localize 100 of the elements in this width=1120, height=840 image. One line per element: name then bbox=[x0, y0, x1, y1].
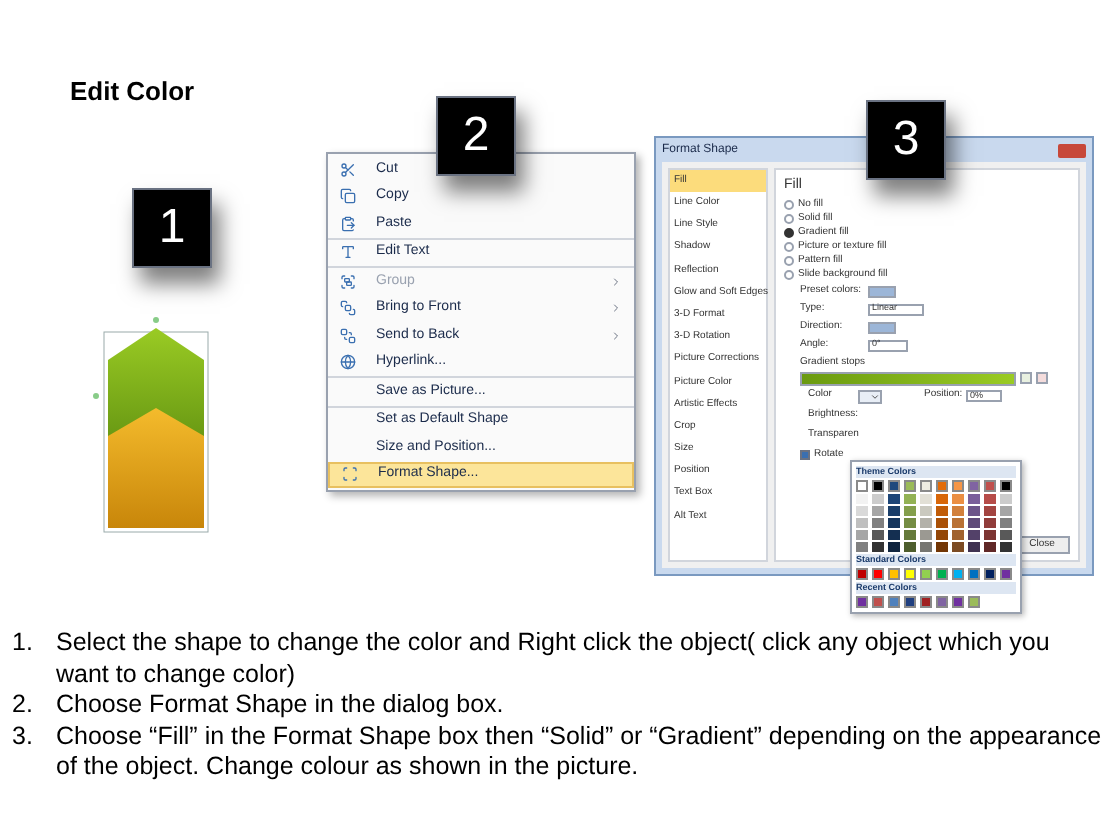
radio-button[interactable] bbox=[784, 200, 794, 210]
shade-swatch[interactable] bbox=[888, 542, 900, 552]
direction-dropdown[interactable] bbox=[868, 321, 896, 333]
shade-swatch[interactable] bbox=[968, 518, 980, 528]
color-swatch[interactable] bbox=[938, 570, 946, 578]
shade-swatch[interactable] bbox=[952, 530, 964, 540]
shade-swatch[interactable] bbox=[968, 506, 980, 516]
color-dropdown[interactable] bbox=[858, 389, 882, 403]
shade-swatch[interactable] bbox=[904, 506, 916, 516]
color-swatch[interactable] bbox=[986, 482, 994, 490]
color-swatch[interactable] bbox=[890, 598, 898, 606]
color-swatch[interactable] bbox=[906, 570, 914, 578]
shade-swatch[interactable] bbox=[872, 506, 884, 516]
preset-colors-dropdown[interactable] bbox=[868, 285, 896, 297]
shade-swatch[interactable] bbox=[856, 506, 868, 516]
shade-swatch[interactable] bbox=[904, 518, 916, 528]
copy-icon bbox=[340, 188, 356, 205]
shade-swatch[interactable] bbox=[968, 530, 980, 540]
color-swatch[interactable] bbox=[890, 482, 898, 490]
shade-swatch[interactable] bbox=[920, 506, 932, 516]
color-swatch[interactable] bbox=[954, 598, 962, 606]
shade-swatch[interactable] bbox=[888, 518, 900, 528]
shade-swatch[interactable] bbox=[1000, 518, 1012, 528]
color-swatch[interactable] bbox=[954, 482, 962, 490]
shade-swatch[interactable] bbox=[936, 530, 948, 540]
shade-swatch[interactable] bbox=[936, 518, 948, 528]
color-swatch[interactable] bbox=[858, 570, 866, 578]
color-swatch[interactable] bbox=[954, 570, 962, 578]
remove-stop-button[interactable] bbox=[1036, 372, 1048, 384]
instruction-text: Choose Format Shape in the dialog box. bbox=[56, 690, 504, 721]
shade-swatch[interactable] bbox=[984, 494, 996, 504]
shade-swatch[interactable] bbox=[856, 542, 868, 552]
color-swatch[interactable] bbox=[1002, 570, 1010, 578]
color-swatch[interactable] bbox=[874, 598, 882, 606]
color-swatch[interactable] bbox=[922, 482, 930, 490]
radio-button[interactable] bbox=[784, 228, 794, 238]
color-swatch[interactable] bbox=[970, 482, 978, 490]
radio-button[interactable] bbox=[784, 256, 794, 266]
globe-icon bbox=[340, 354, 356, 371]
shade-swatch[interactable] bbox=[872, 530, 884, 540]
add-stop-button[interactable] bbox=[1020, 372, 1032, 384]
shade-swatch[interactable] bbox=[920, 542, 932, 552]
shade-swatch[interactable] bbox=[936, 494, 948, 504]
color-swatch[interactable] bbox=[1002, 482, 1010, 490]
shade-swatch[interactable] bbox=[936, 506, 948, 516]
color-swatch[interactable] bbox=[858, 598, 866, 606]
radio-button[interactable] bbox=[784, 242, 794, 252]
shade-swatch[interactable] bbox=[952, 542, 964, 552]
radio-button[interactable] bbox=[784, 270, 794, 280]
shade-swatch[interactable] bbox=[1000, 494, 1012, 504]
shade-swatch[interactable] bbox=[984, 542, 996, 552]
shade-swatch[interactable] bbox=[952, 494, 964, 504]
shade-swatch[interactable] bbox=[888, 506, 900, 516]
shade-swatch[interactable] bbox=[904, 542, 916, 552]
shade-swatch[interactable] bbox=[936, 542, 948, 552]
gradient-bar[interactable] bbox=[800, 371, 1016, 385]
shade-swatch[interactable] bbox=[888, 530, 900, 540]
color-swatch[interactable] bbox=[906, 598, 914, 606]
color-swatch[interactable] bbox=[874, 570, 882, 578]
scissors-icon bbox=[340, 161, 356, 178]
shade-swatch[interactable] bbox=[872, 494, 884, 504]
instruction-text: Choose “Fill” in the Format Shape box then “Solid” or “Gradient” depending on the appearance of the object. Change colour as shown in the picture. bbox=[56, 721, 1104, 783]
shade-swatch[interactable] bbox=[904, 530, 916, 540]
color-swatch[interactable] bbox=[986, 570, 994, 578]
shade-swatch[interactable] bbox=[984, 518, 996, 528]
shade-swatch[interactable] bbox=[872, 518, 884, 528]
color-swatch[interactable] bbox=[938, 598, 946, 606]
bring-front-icon bbox=[340, 300, 356, 317]
shade-swatch[interactable] bbox=[856, 518, 868, 528]
shade-swatch[interactable] bbox=[952, 506, 964, 516]
send-back-icon bbox=[340, 327, 356, 344]
shade-swatch[interactable] bbox=[968, 494, 980, 504]
color-swatch[interactable] bbox=[970, 598, 978, 606]
shade-swatch[interactable] bbox=[984, 506, 996, 516]
shade-swatch[interactable] bbox=[920, 518, 932, 528]
color-swatch[interactable] bbox=[970, 570, 978, 578]
shade-swatch[interactable] bbox=[1000, 530, 1012, 540]
shade-swatch[interactable] bbox=[1000, 542, 1012, 552]
color-swatch[interactable] bbox=[938, 482, 946, 490]
group-icon bbox=[340, 273, 356, 290]
color-swatch[interactable] bbox=[874, 482, 882, 490]
color-swatch[interactable] bbox=[858, 482, 866, 490]
shade-swatch[interactable] bbox=[952, 518, 964, 528]
shade-swatch[interactable] bbox=[872, 542, 884, 552]
radio-button[interactable] bbox=[784, 214, 794, 224]
shade-swatch[interactable] bbox=[968, 542, 980, 552]
window-close-button[interactable] bbox=[1058, 143, 1086, 157]
shade-swatch[interactable] bbox=[904, 494, 916, 504]
paste-icon bbox=[340, 215, 356, 232]
shade-swatch[interactable] bbox=[888, 494, 900, 504]
color-swatch[interactable] bbox=[922, 598, 930, 606]
shade-swatch[interactable] bbox=[984, 530, 996, 540]
shade-swatch[interactable] bbox=[920, 494, 932, 504]
color-swatch[interactable] bbox=[922, 570, 930, 578]
shade-swatch[interactable] bbox=[856, 530, 868, 540]
shade-swatch[interactable] bbox=[1000, 506, 1012, 516]
color-swatch[interactable] bbox=[906, 482, 914, 490]
shade-swatch[interactable] bbox=[856, 494, 868, 504]
shade-swatch[interactable] bbox=[920, 530, 932, 540]
color-swatch[interactable] bbox=[890, 570, 898, 578]
